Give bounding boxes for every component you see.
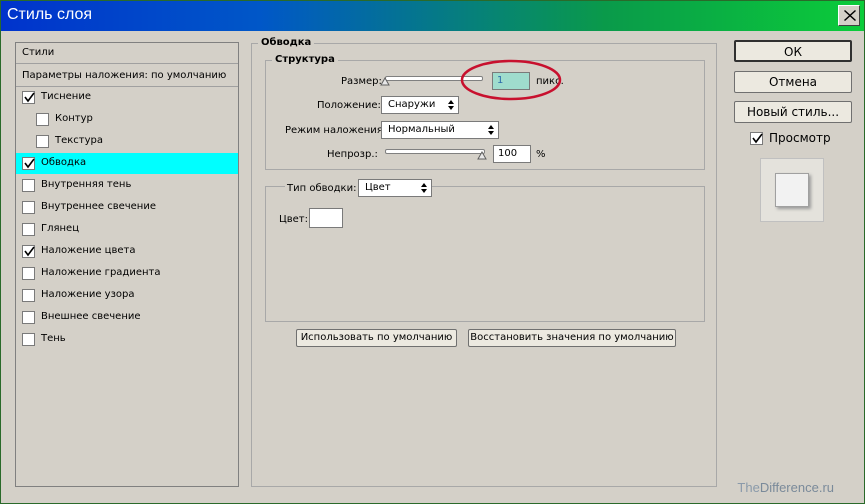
list-item-label: Контур: [55, 113, 93, 124]
blend-mode-dropdown[interactable]: Нормальный: [381, 121, 499, 139]
style-checkbox[interactable]: [22, 179, 35, 192]
dialog-body: Стили Параметры наложения: по умолчанию …: [1, 31, 864, 503]
checkmark-icon: [752, 133, 763, 144]
updown-arrow-icon: [488, 125, 494, 135]
color-label: Цвет:: [279, 214, 309, 225]
blend-mode-value: Нормальный: [388, 124, 455, 135]
new-style-label: Новый стиль...: [746, 105, 840, 119]
list-item-label: Наложение цвета: [41, 245, 136, 256]
style-checkbox[interactable]: [22, 289, 35, 302]
opacity-slider-thumb[interactable]: [477, 151, 487, 160]
updown-arrow-icon: [421, 183, 427, 193]
list-item[interactable]: Текстура: [16, 131, 238, 152]
cancel-label: Отмена: [768, 75, 818, 89]
fill-type-value: Цвет: [365, 182, 391, 193]
fill-type-group: [265, 186, 705, 322]
use-default-button[interactable]: Использовать по умолчанию: [296, 329, 457, 347]
size-label: Размер:: [341, 76, 382, 87]
style-checkbox[interactable]: [22, 311, 35, 324]
structure-group-title: Структура: [272, 54, 338, 65]
opacity-input[interactable]: 100: [493, 145, 531, 163]
use-default-label: Использовать по умолчанию: [300, 332, 453, 343]
checkmark-icon: [24, 246, 35, 257]
preview-swatch: [775, 173, 809, 207]
window-title: Стиль слоя: [7, 6, 93, 23]
style-preview: [760, 158, 824, 222]
close-button[interactable]: [838, 5, 860, 26]
checkmark-icon: [24, 158, 35, 169]
list-item-label: Внутреннее свечение: [41, 201, 156, 212]
style-checkbox[interactable]: [22, 245, 35, 258]
list-item[interactable]: Внутренняя тень: [16, 175, 238, 196]
styles-header[interactable]: Стили: [16, 43, 238, 64]
restore-default-button[interactable]: Восстановить значения по умолчанию: [468, 329, 676, 347]
fill-type-dropdown[interactable]: Цвет: [358, 179, 432, 197]
list-item[interactable]: Наложение градиента: [16, 263, 238, 284]
cancel-button[interactable]: Отмена: [734, 71, 852, 93]
preview-label: Просмотр: [769, 131, 831, 145]
updown-arrow-icon: [448, 100, 454, 110]
style-checkbox[interactable]: [22, 201, 35, 214]
list-item-label: Тиснение: [41, 91, 91, 102]
ok-label: ОК: [784, 45, 802, 59]
list-item-label: Наложение узора: [41, 289, 135, 300]
list-item[interactable]: Обводка: [16, 153, 238, 174]
list-item[interactable]: Тень: [16, 329, 238, 350]
styles-list: Стили Параметры наложения: по умолчанию …: [15, 42, 239, 487]
blending-options-label: Параметры наложения: по умолчанию: [22, 70, 227, 81]
restore-default-label: Восстановить значения по умолчанию: [470, 332, 674, 343]
list-item-label: Глянец: [41, 223, 80, 234]
title-bar[interactable]: Стиль слоя: [1, 1, 864, 31]
opacity-unit: %: [536, 149, 546, 160]
fill-type-label: Тип обводки:: [285, 183, 359, 194]
list-item-label: Внешнее свечение: [41, 311, 141, 322]
blending-options-item[interactable]: Параметры наложения: по умолчанию: [16, 66, 238, 87]
new-style-button[interactable]: Новый стиль...: [734, 101, 852, 123]
style-checkbox[interactable]: [22, 223, 35, 236]
styles-header-label: Стили: [22, 47, 55, 58]
list-item[interactable]: Тиснение: [16, 87, 238, 108]
list-item-label: Тень: [41, 333, 66, 344]
list-item[interactable]: Глянец: [16, 219, 238, 240]
checkmark-icon: [24, 92, 35, 103]
list-item[interactable]: Наложение цвета: [16, 241, 238, 262]
style-checkbox[interactable]: [36, 113, 49, 126]
list-item-label: Внутренняя тень: [41, 179, 132, 190]
style-checkbox[interactable]: [36, 135, 49, 148]
layer-style-dialog: Стиль слоя Стили Параметры наложения: по…: [0, 0, 865, 504]
highlight-ring: [460, 59, 562, 101]
blend-mode-label: Режим наложения:: [285, 125, 387, 136]
opacity-input-value: 100: [498, 148, 518, 159]
close-icon: [844, 10, 856, 21]
stroke-color-swatch[interactable]: [309, 208, 343, 228]
list-item-label: Наложение градиента: [41, 267, 161, 278]
position-label: Положение:: [317, 100, 381, 111]
stroke-group-title: Обводка: [258, 37, 315, 48]
opacity-slider[interactable]: [385, 149, 485, 154]
list-item-label: Текстура: [55, 135, 104, 146]
list-item-label: Обводка: [41, 157, 87, 168]
preview-checkbox[interactable]: [750, 132, 763, 145]
list-item[interactable]: Внешнее свечение: [16, 307, 238, 328]
position-value: Снаружи: [388, 99, 436, 110]
opacity-label: Непрозр.:: [327, 149, 378, 160]
style-checkbox[interactable]: [22, 333, 35, 346]
style-checkbox[interactable]: [22, 267, 35, 280]
style-checkbox[interactable]: [22, 157, 35, 170]
list-item[interactable]: Внутреннее свечение: [16, 197, 238, 218]
list-item[interactable]: Контур: [16, 109, 238, 130]
watermark: TheDifference.ru: [737, 480, 834, 495]
list-item[interactable]: Наложение узора: [16, 285, 238, 306]
style-checkbox[interactable]: [22, 91, 35, 104]
size-slider-thumb[interactable]: [380, 77, 390, 86]
ok-button[interactable]: ОК: [734, 40, 852, 62]
position-dropdown[interactable]: Снаружи: [381, 96, 459, 114]
